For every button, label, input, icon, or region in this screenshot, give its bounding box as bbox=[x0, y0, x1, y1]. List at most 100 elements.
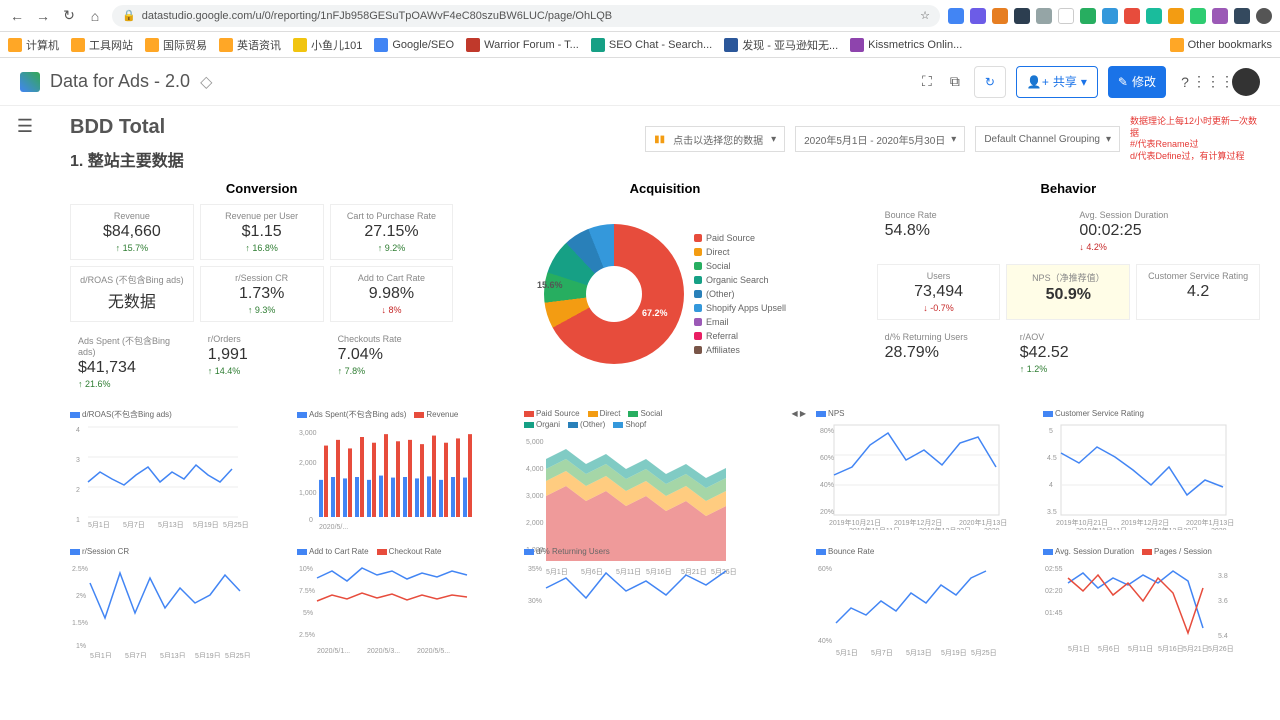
bookmark[interactable]: Warrior Forum - T... bbox=[466, 38, 579, 52]
fullscreen-icon[interactable]: ⛶ bbox=[918, 73, 936, 91]
refresh-button[interactable]: ↻ bbox=[974, 66, 1006, 98]
svg-text:3,000: 3,000 bbox=[299, 430, 317, 437]
ext-icon[interactable] bbox=[992, 8, 1008, 24]
svg-text:2.5%: 2.5% bbox=[299, 632, 315, 639]
bookmark[interactable]: Kissmetrics Onlin... bbox=[850, 38, 962, 52]
svg-text:2.5%: 2.5% bbox=[72, 566, 88, 573]
menu-icon[interactable]: ☰ bbox=[17, 116, 33, 720]
chart-bounce[interactable]: Bounce Rate 60%40% 5月1日5月7日5月13日5月19日5月2… bbox=[816, 547, 1033, 677]
svg-text:02:20: 02:20 bbox=[1045, 588, 1063, 595]
ext-icon[interactable] bbox=[1124, 8, 1140, 24]
bookmark[interactable]: 发现 - 亚马逊知无... bbox=[724, 37, 838, 53]
kpi-atc: Add to Cart Rate9.98%↓ 8% bbox=[330, 266, 454, 322]
svg-text:2020...: 2020... bbox=[1211, 528, 1232, 530]
kpi-roas: d/ROAS (不包含Bing ads)无数据 bbox=[70, 266, 194, 322]
data-source-selector[interactable]: ▮▮点击以选择您的数据▾ bbox=[645, 126, 785, 152]
ext-icon[interactable] bbox=[1036, 8, 1052, 24]
svg-text:3.6: 3.6 bbox=[1218, 598, 1228, 605]
svg-text:30%: 30% bbox=[528, 598, 542, 605]
svg-text:5月26日: 5月26日 bbox=[1208, 645, 1234, 653]
svg-text:5%: 5% bbox=[303, 610, 313, 617]
chart-acq-area[interactable]: Paid SourceDirectSocial◀ ▶ Organi(Other)… bbox=[524, 409, 806, 539]
bookmark[interactable]: 小鱼儿101 bbox=[293, 37, 362, 53]
copy-icon[interactable]: ⧉ bbox=[946, 73, 964, 91]
kpi-scr: r/Session CR1.73%↑ 9.3% bbox=[200, 266, 324, 322]
svg-text:02:55: 02:55 bbox=[1045, 566, 1063, 573]
kpi-rpu: Revenue per User$1.15↑ 16.8% bbox=[200, 204, 324, 260]
chart-csr[interactable]: Customer Service Rating 54.543.5 2019年10… bbox=[1043, 409, 1260, 539]
svg-text:5月19日: 5月19日 bbox=[195, 652, 221, 658]
ext-icon[interactable] bbox=[1146, 8, 1162, 24]
svg-text:4: 4 bbox=[1049, 482, 1053, 489]
svg-text:3: 3 bbox=[76, 457, 80, 464]
ext-icon[interactable] bbox=[1080, 8, 1096, 24]
channel-selector[interactable]: Default Channel Grouping▾ bbox=[975, 126, 1120, 152]
svg-text:1: 1 bbox=[76, 517, 80, 524]
acquisition-title: Acquisition bbox=[473, 181, 856, 196]
svg-text:2020/5/3...: 2020/5/3... bbox=[367, 648, 400, 655]
svg-text:1%: 1% bbox=[76, 643, 86, 650]
ext-icon[interactable] bbox=[1102, 8, 1118, 24]
bookmark[interactable]: Google/SEO bbox=[374, 38, 454, 52]
bookmark[interactable]: SEO Chat - Search... bbox=[591, 38, 712, 52]
ext-icon[interactable] bbox=[1190, 8, 1206, 24]
url-bar[interactable]: 🔒 datastudio.google.com/u/0/reporting/1n… bbox=[112, 5, 940, 27]
apps-icon[interactable]: ⋮⋮⋮ bbox=[1204, 73, 1222, 91]
svg-text:4.5: 4.5 bbox=[1047, 455, 1057, 462]
star-icon[interactable]: ☆ bbox=[920, 9, 930, 22]
svg-text:5月19日: 5月19日 bbox=[941, 649, 967, 657]
avatar[interactable] bbox=[1232, 68, 1260, 96]
report-title[interactable]: Data for Ads - 2.0 bbox=[50, 71, 190, 92]
forward-icon[interactable]: → bbox=[34, 7, 52, 25]
edit-button[interactable]: ✎修改 bbox=[1108, 66, 1166, 98]
ext-icon[interactable] bbox=[1058, 8, 1074, 24]
ext-icon[interactable] bbox=[1014, 8, 1030, 24]
profile-icon[interactable] bbox=[1256, 8, 1272, 24]
ext-icon[interactable] bbox=[1234, 8, 1250, 24]
kpi-bounce: Bounce Rate54.8% bbox=[877, 204, 1066, 258]
svg-text:4,000: 4,000 bbox=[526, 466, 544, 473]
other-bookmarks[interactable]: Other bookmarks bbox=[1170, 38, 1272, 52]
ext-icon[interactable] bbox=[948, 8, 964, 24]
share-button[interactable]: 👤+共享▾ bbox=[1016, 66, 1098, 98]
kpi-aov: r/AOV$42.52↑ 1.2% bbox=[1012, 326, 1141, 380]
svg-text:5月25日: 5月25日 bbox=[223, 521, 249, 529]
svg-text:5.4: 5.4 bbox=[1218, 633, 1228, 640]
date-range-selector[interactable]: 2020年5月1日 - 2020年5月30日▾ bbox=[795, 126, 965, 152]
reload-icon[interactable]: ↻ bbox=[60, 7, 78, 25]
svg-text:2: 2 bbox=[76, 487, 80, 494]
drive-icon: ◇ bbox=[200, 72, 212, 92]
chart-returning[interactable]: d/% Returning Users 35%30% bbox=[524, 547, 806, 677]
donut-chart[interactable]: 67.2% 15.6% bbox=[544, 224, 684, 364]
svg-text:2020...: 2020... bbox=[984, 528, 1005, 530]
chart-nps[interactable]: NPS 80%60%40%20% 2019年10月21日2019年12月2日20… bbox=[816, 409, 1033, 539]
svg-text:2019年10月21日: 2019年10月21日 bbox=[829, 518, 881, 527]
svg-text:5: 5 bbox=[1049, 428, 1053, 435]
behavior-section: Behavior Bounce Rate54.8% Avg. Session D… bbox=[877, 181, 1260, 401]
bookmark[interactable]: 计算机 bbox=[8, 37, 59, 53]
svg-text:80%: 80% bbox=[820, 428, 834, 435]
back-icon[interactable]: ← bbox=[8, 7, 26, 25]
svg-text:4: 4 bbox=[76, 427, 80, 434]
chart-roas[interactable]: d/ROAS(不包含Bing ads) 4321 5月1日5月7日5月13日5月… bbox=[70, 409, 287, 539]
home-icon[interactable]: ⌂ bbox=[86, 7, 104, 25]
sidebar: ☰ bbox=[0, 106, 50, 720]
bookmark[interactable]: 国际贸易 bbox=[145, 37, 207, 53]
svg-text:40%: 40% bbox=[818, 638, 832, 645]
ext-icon[interactable] bbox=[970, 8, 986, 24]
svg-text:5月7日: 5月7日 bbox=[125, 652, 147, 658]
ext-icon[interactable] bbox=[1212, 8, 1228, 24]
bookmark[interactable]: 英语资讯 bbox=[219, 37, 281, 53]
ext-icon[interactable] bbox=[1168, 8, 1184, 24]
svg-text:5月7日: 5月7日 bbox=[123, 521, 145, 529]
kpi-c2p: Cart to Purchase Rate27.15%↑ 9.2% bbox=[330, 204, 454, 260]
bookmark[interactable]: 工具网站 bbox=[71, 37, 133, 53]
chart-ads-rev[interactable]: Ads Spent(不包含Bing ads)Revenue 3,0002,000… bbox=[297, 409, 514, 539]
chart-atc-checkout[interactable]: Add to Cart RateCheckout Rate 10%7.5%5%2… bbox=[297, 547, 514, 677]
svg-text:5月21日: 5月21日 bbox=[1183, 645, 1209, 653]
chart-duration-pages[interactable]: Avg. Session DurationPages / Session 02:… bbox=[1043, 547, 1260, 677]
conversion-title: Conversion bbox=[70, 181, 453, 196]
chart-session-cr[interactable]: r/Session CR 2.5%2%1.5%1% 5月1日5月7日5月13日5… bbox=[70, 547, 287, 677]
datastudio-logo-icon[interactable] bbox=[20, 72, 40, 92]
svg-text:5月1日: 5月1日 bbox=[836, 649, 858, 657]
